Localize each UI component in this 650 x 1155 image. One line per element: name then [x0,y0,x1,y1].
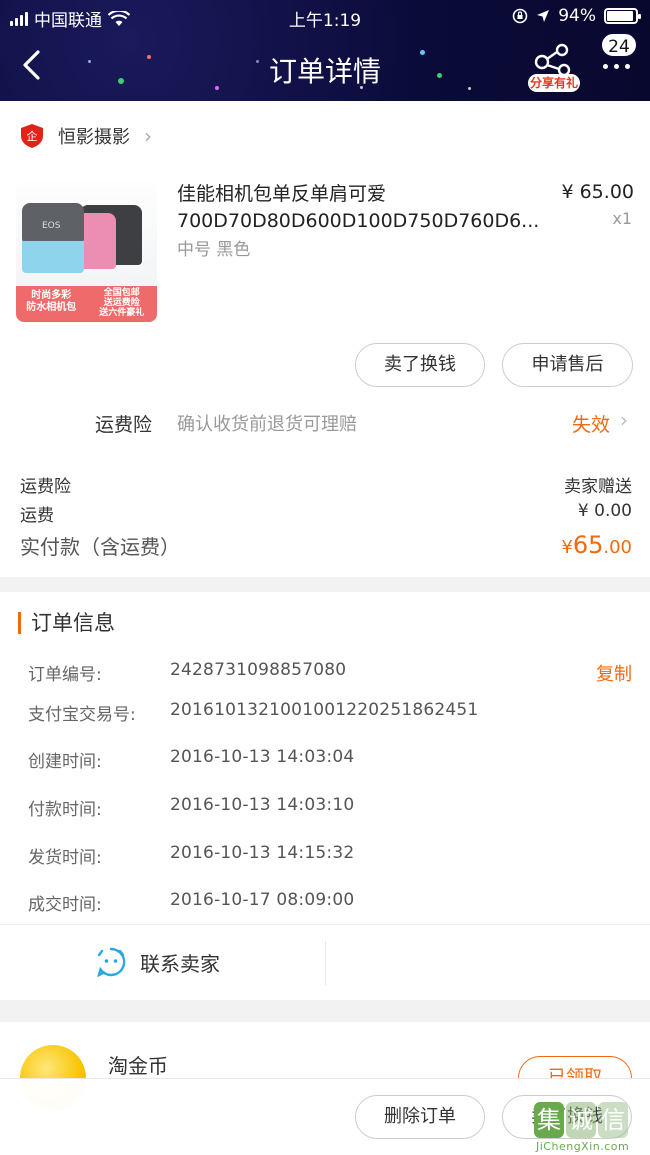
product-spec: 中号 黑色 [177,240,251,260]
fee-label: 运费 [20,506,54,526]
shop-link[interactable]: 企 恒影摄影 › [20,123,152,149]
site-watermark: 集 诚 信 JiChengXin.com [530,1102,650,1155]
promo-right-text: 全国包邮 送运费险 送六件豪礼 [99,288,145,318]
product-quantity: x1 [612,209,632,228]
battery-icon [604,8,641,24]
delete-order-button[interactable]: 删除订单 [355,1095,485,1139]
share-gift-label[interactable]: 分享有礼 [528,74,580,92]
insurance-label: 运费险 [95,414,153,436]
product-title[interactable]: 佳能相机包单反单肩可爱 700D70D80D600D100D750D760D6.… [177,181,547,235]
more-icon[interactable] [603,64,630,69]
info-label: 成交时间: [28,895,102,915]
bag-logo-text: EOS [42,221,61,231]
watermark-char: 信 [598,1102,628,1138]
enterprise-shop-icon: 企 [21,124,43,148]
product-promo-banner: 时尚多彩 防水相机包 全国包邮 送运费险 送六件豪礼 [16,286,157,322]
status-bar: 中国联通 上午1:19 94% [0,6,650,31]
total-label: 实付款（含运费） [20,535,180,559]
fee-value: ¥ 0.00 [577,501,632,521]
fee-row-shipping: 运费 ¥ 0.00 [20,501,632,526]
copy-button[interactable]: 复制 [596,660,632,686]
svg-text:企: 企 [27,129,38,143]
location-icon [537,10,550,22]
order-info-card: 订单信息 订单编号: 2428731098857080 复制 支付宝交易号: 2… [0,592,650,1000]
divider [325,941,326,985]
contact-seller-label: 联系卖家 [140,951,220,976]
product-price: ¥ 65.00 [561,181,634,203]
chat-face-icon [97,947,126,977]
contact-seller-button[interactable]: 联系卖家 [96,947,220,977]
section-title: 订单信息 [18,612,115,634]
product-title-line2: 700D70D80D600D100D750D760D6... [177,210,540,232]
fee-value: 卖家赠送 [564,477,632,497]
watermark-char: 诚 [566,1102,596,1138]
battery-percent: 94% [558,6,596,26]
watermark-char: 集 [534,1102,564,1138]
shipping-insurance-row[interactable]: 运费险 确认收货前退货可理赔 失效 › [0,406,650,442]
total-amount: ¥65.00 [561,531,632,559]
fee-label: 运费险 [20,477,71,497]
info-label: 创建时间: [28,752,102,772]
info-value: 2016-10-17 08:09:00 [170,890,355,910]
navigation-bar: 中国联通 上午1:19 94% 订单详情 分享有礼 24 [0,0,650,101]
shop-name: 恒影摄影 [58,127,130,148]
insurance-desc: 确认收货前退货可理赔 [177,414,357,435]
contact-bar: 联系卖家 [0,924,650,1000]
rotation-lock-icon [512,8,528,24]
product-image[interactable]: EOS 时尚多彩 防水相机包 全国包邮 送运费险 送六件豪礼 [16,181,157,322]
info-value: 2016-10-13 14:03:10 [170,795,355,815]
order-item-card: 企 恒影摄影 › EOS 时尚多彩 防水相机包 全国包邮 送运费险 送六件豪礼 … [0,101,650,577]
promo-left-text: 时尚多彩 防水相机包 [26,290,77,313]
info-label: 支付宝交易号: [28,705,136,725]
info-value: 2016-10-13 14:15:32 [170,843,355,863]
info-label: 订单编号: [28,665,102,685]
watermark-domain: JiChengXin.com [536,1140,630,1153]
message-count-badge: 24 [600,32,638,58]
info-value: 2016-10-13 14:03:04 [170,747,355,767]
sell-for-cash-button[interactable]: 卖了换钱 [355,343,485,387]
chevron-right-icon: › [144,124,152,148]
fee-row-insurance: 运费险 卖家赠送 [20,472,632,497]
coins-title: 淘金币 [108,1054,168,1078]
info-label: 付款时间: [28,800,102,820]
apply-after-sale-button[interactable]: 申请售后 [502,343,633,387]
info-value: 2428731098857080 [170,660,347,680]
chevron-right-icon: › [620,408,628,432]
info-label: 发货时间: [28,848,102,868]
insurance-status: 失效 [571,414,610,436]
product-title-line1: 佳能相机包单反单肩可爱 [177,183,387,205]
total-paid-row: 实付款（含运费） ¥65.00 [20,531,632,560]
info-value: 2016101321001001220251862451 [170,700,479,720]
